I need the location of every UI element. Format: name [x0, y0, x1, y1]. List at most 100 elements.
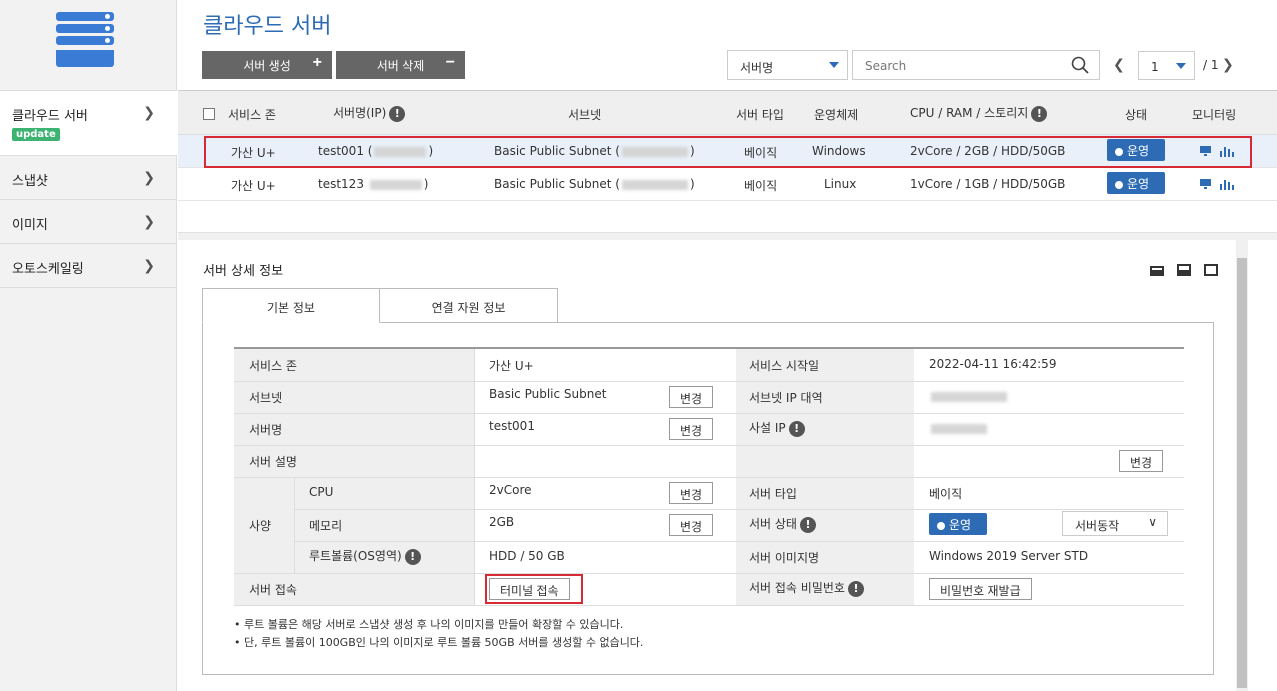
sidebar: 클라우드 서버 update ❯ 스냅샷 ❯ 이미지 ❯ 오토스케일링 ❯ — [0, 0, 177, 691]
col-subnet: 서브넷 — [568, 108, 602, 122]
chevron-down-icon: ∨ — [1148, 515, 1157, 529]
sidebar-item-label: 이미지 — [12, 218, 48, 233]
row-spec: 1vCore / 1GB / HDD/50GB — [910, 177, 1066, 191]
row-name: test123 ) — [318, 177, 428, 191]
server-list: 서비스 존 서버명(IP)! 서브넷 서버 타입 운영체제 CPU / RAM … — [178, 90, 1277, 232]
splitter-handle[interactable] — [178, 232, 1277, 240]
col-status: 상태 — [1125, 108, 1148, 122]
panel-layout-icons — [1150, 264, 1227, 279]
value-image-name: Windows 2019 Server STD — [929, 549, 1089, 563]
chevron-right-icon: ❯ — [143, 214, 155, 230]
detail-table: 서비스 존 가산 U+ 서비스 시작일 2022-04-11 16:42:59 … — [234, 347, 1184, 606]
change-name-button[interactable]: 변경 — [669, 418, 714, 440]
minus-icon: − — [445, 54, 455, 71]
label-access-password: 서버 접속 비밀번호! — [749, 579, 864, 597]
blurred-ip — [369, 179, 422, 190]
label-memory: 메모리 — [309, 519, 343, 533]
search-icon[interactable] — [1071, 56, 1089, 74]
row-name-end: ) — [423, 177, 429, 191]
info-icon[interactable]: ! — [389, 105, 406, 122]
reissue-password-button[interactable]: 비밀번호 재발급 — [929, 578, 1032, 600]
scrollbar[interactable] — [1236, 240, 1248, 691]
sidebar-item-image[interactable]: 이미지 ❯ — [0, 200, 177, 244]
delete-server-button[interactable]: 서버 삭제 − — [336, 51, 465, 79]
server-logo-icon — [56, 12, 114, 68]
split-panel-icon[interactable] — [1176, 264, 1191, 276]
label-server-state: 서버 상태! — [749, 515, 816, 533]
tab-linked-resources[interactable]: 연결 자원 정보 — [379, 288, 558, 323]
value-subnet: Basic Public Subnet — [489, 387, 607, 401]
sidebar-item-label: 스냅샷 — [12, 174, 48, 189]
change-cpu-button[interactable]: 변경 — [669, 482, 714, 504]
value-zone: 가산 U+ — [489, 359, 534, 373]
value-start-date: 2022-04-11 16:42:59 — [929, 357, 1057, 371]
minimize-panel-icon[interactable] — [1150, 266, 1164, 276]
change-subnet-button[interactable]: 변경 — [669, 386, 714, 408]
plus-icon: + — [312, 54, 322, 71]
note-line: • 단, 루트 볼륨이 100GB인 나의 이미지로 루트 볼륨 50GB 서버… — [234, 636, 644, 649]
note-line: • 루트 볼륨은 해당 서버로 스냅샷 생성 후 나의 이미지를 만들어 확장할… — [234, 618, 624, 631]
select-all-checkbox[interactable] — [203, 108, 215, 120]
main-content: 클라우드 서버 서버 생성 + 서버 삭제 − 서버명 Search ❮ 1 /… — [178, 0, 1277, 691]
sidebar-item-label: 오토스케일링 — [12, 262, 84, 277]
label-access-password-text: 서버 접속 비밀번호 — [749, 581, 845, 595]
prev-page-icon[interactable]: ❮ — [1113, 57, 1125, 73]
server-action-value: 서버동작 — [1075, 519, 1120, 533]
update-badge: update — [12, 128, 60, 141]
info-icon[interactable]: ! — [799, 516, 816, 533]
search-filter-value: 서버명 — [740, 61, 774, 75]
next-page-icon[interactable]: ❯ — [1222, 57, 1234, 73]
page-value: 1 — [1151, 60, 1159, 74]
search-placeholder: Search — [865, 59, 907, 73]
info-icon[interactable]: ! — [404, 548, 421, 565]
label-cpu: CPU — [309, 485, 334, 499]
label-start-date: 서비스 시작일 — [749, 359, 820, 373]
search-input[interactable]: Search — [852, 50, 1100, 80]
value-cpu: 2vCore — [489, 483, 532, 497]
row-subnet-end: ) — [689, 177, 695, 191]
highlight-box — [204, 136, 1252, 168]
sidebar-item-label: 클라우드 서버 — [12, 109, 88, 124]
change-memory-button[interactable]: 변경 — [669, 514, 714, 536]
label-private-ip-text: 사설 IP — [749, 421, 786, 435]
label-server-name: 서버명 — [249, 423, 283, 437]
tab-basic-info[interactable]: 기본 정보 — [202, 288, 380, 323]
label-server-type: 서버 타입 — [749, 487, 797, 501]
label-subnet: 서브넷 — [249, 391, 283, 405]
label-image-name: 서버 이미지명 — [749, 551, 820, 565]
monitor-icon[interactable] — [1200, 179, 1211, 189]
server-action-select[interactable]: 서버동작 ∨ — [1062, 511, 1168, 536]
row-os: Linux — [824, 177, 857, 191]
row-zone: 가산 U+ — [231, 179, 276, 193]
scrollbar-thumb[interactable] — [1237, 258, 1247, 688]
chevron-right-icon: ❯ — [143, 105, 155, 121]
change-description-button[interactable]: 변경 — [1119, 450, 1164, 472]
side-nav: 클라우드 서버 update ❯ 스냅샷 ❯ 이미지 ❯ 오토스케일링 ❯ — [0, 90, 177, 288]
bar-chart-icon[interactable] — [1220, 180, 1234, 190]
create-server-button[interactable]: 서버 생성 + — [202, 51, 332, 79]
info-icon[interactable]: ! — [1031, 105, 1048, 122]
info-icon[interactable]: ! — [847, 580, 864, 597]
col-name: 서버명(IP)! — [333, 104, 406, 122]
sidebar-item-cloud-server[interactable]: 클라우드 서버 update ❯ — [0, 91, 177, 156]
maximize-panel-icon[interactable] — [1203, 264, 1218, 276]
sidebar-item-snapshot[interactable]: 스냅샷 ❯ — [0, 156, 177, 200]
sidebar-item-autoscaling[interactable]: 오토스케일링 ❯ — [0, 244, 177, 288]
info-icon[interactable]: ! — [788, 420, 805, 437]
col-os: 운영체제 — [814, 108, 859, 122]
col-monitoring: 모니터링 — [1192, 108, 1237, 122]
blurred-private-ip — [931, 424, 987, 434]
caret-down-icon — [1176, 63, 1186, 69]
highlight-box — [485, 574, 583, 604]
blurred-subnet-ip — [931, 392, 1007, 402]
detail-title: 서버 상세 정보 — [203, 264, 284, 279]
col-type: 서버 타입 — [736, 108, 784, 122]
search-filter-select[interactable]: 서버명 — [727, 50, 848, 80]
detail-panel: 서버 상세 정보 기본 정보 연결 자원 정보 서비스 존 가산 U+ 서비스 … — [178, 240, 1238, 691]
label-server-access: 서버 접속 — [249, 583, 297, 597]
status-text: 운영 — [949, 518, 972, 532]
blurred-subnet — [621, 179, 688, 190]
table-row[interactable]: 가산 U+ test123 ) Basic Public Subnet () 베… — [178, 168, 1277, 201]
page-select[interactable]: 1 — [1138, 51, 1195, 80]
row-subnet-text: Basic Public Subnet ( — [494, 177, 620, 191]
